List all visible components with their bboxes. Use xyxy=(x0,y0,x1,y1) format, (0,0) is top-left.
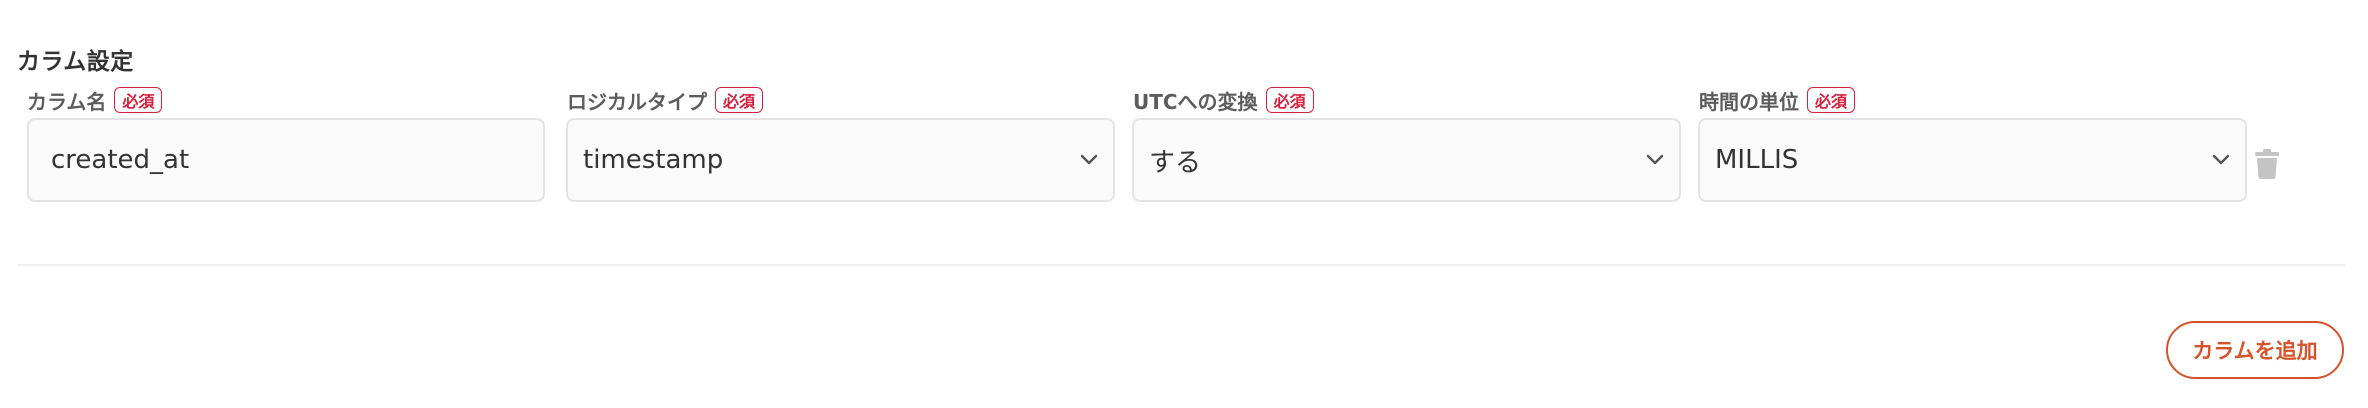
required-badge: 必須 xyxy=(1807,87,1856,113)
column-name-value: created_at xyxy=(51,145,190,175)
column-name-label-group: カラム名 必須 xyxy=(27,83,163,117)
chevron-down-icon xyxy=(1645,150,1665,170)
time-unit-select[interactable]: MILLIS xyxy=(1698,118,2247,202)
column-name-input[interactable]: created_at xyxy=(27,118,545,202)
required-badge: 必須 xyxy=(1265,87,1314,113)
logical-type-label-group: ロジカルタイプ 必須 xyxy=(567,83,764,117)
section-divider xyxy=(17,264,2345,266)
chevron-down-icon xyxy=(1079,150,1099,170)
required-badge: 必須 xyxy=(114,87,163,113)
logical-type-label: ロジカルタイプ xyxy=(567,89,707,114)
time-unit-label: 時間の単位 xyxy=(1699,89,1799,114)
utc-conversion-label: UTCへの変換 xyxy=(1133,89,1258,114)
time-unit-value: MILLIS xyxy=(1715,145,1799,175)
required-badge: 必須 xyxy=(715,87,764,113)
logical-type-value: timestamp xyxy=(583,145,724,175)
section-title: カラム設定 xyxy=(17,49,134,75)
trash-icon[interactable] xyxy=(2254,148,2280,180)
logical-type-select[interactable]: timestamp xyxy=(566,118,1115,202)
utc-conversion-value: する xyxy=(1149,147,1202,178)
column-name-label: カラム名 xyxy=(27,89,107,114)
utc-conversion-label-group: UTCへの変換 必須 xyxy=(1133,83,1314,117)
chevron-down-icon xyxy=(2211,150,2231,170)
utc-conversion-select[interactable]: する xyxy=(1132,118,1681,202)
add-column-button[interactable]: カラムを追加 xyxy=(2166,321,2344,379)
time-unit-label-group: 時間の単位 必須 xyxy=(1699,83,1856,117)
